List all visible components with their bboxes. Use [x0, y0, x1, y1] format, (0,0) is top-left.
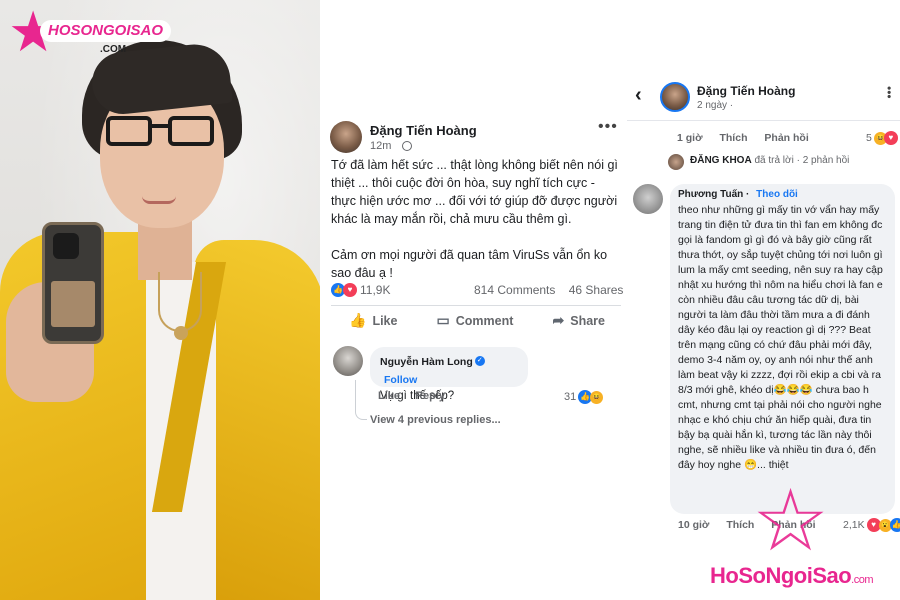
view-previous-replies-link[interactable]: View 4 previous replies... — [370, 414, 501, 426]
commenter-avatar[interactable] — [333, 346, 363, 376]
previous-comment-reactions[interactable]: 5 😆 ♥ — [866, 131, 898, 145]
love-reaction-icon: ♥ — [883, 131, 898, 145]
thread-author-name[interactable]: Đặng Tiến Hoàng — [697, 84, 795, 98]
post-paragraph: Tớ đã làm hết sức ... thật lòng không bi… — [331, 158, 618, 226]
more-options-button[interactable]: ••• — [882, 86, 896, 99]
brand-name: HOSONGOISAO — [40, 20, 172, 42]
author-avatar[interactable] — [330, 121, 362, 153]
watermark-star-icon: ☆ — [752, 473, 830, 569]
previous-comment-actions: 1 giờ Thích Phản hồi — [677, 132, 823, 144]
brand-logo: ★ HOSONGOISAO .COM — [8, 4, 172, 60]
globe-icon — [402, 141, 412, 151]
comment-reactions[interactable]: 31 👍 😆 — [564, 390, 604, 404]
necklace — [158, 272, 202, 332]
thread-author-avatar[interactable] — [660, 82, 690, 112]
more-options-button[interactable]: ••• — [598, 118, 618, 136]
love-reaction-icon: ♥ — [343, 283, 357, 297]
commenter-name[interactable]: Phương Tuấn — [678, 189, 743, 200]
comment-actions: Like Reply — [378, 390, 457, 402]
commenter-avatar[interactable] — [633, 184, 663, 214]
thread-time: 2 ngày · — [697, 100, 734, 111]
brand-suffix: .COM — [100, 44, 127, 55]
author-name[interactable]: Đặng Tiến Hoàng — [370, 123, 477, 138]
pendant — [174, 326, 188, 340]
comment-reply-button[interactable]: Phản hồi — [764, 132, 808, 144]
watermark-name: HoSoNgoiSao — [710, 563, 852, 588]
reaction-count: 5 — [866, 132, 872, 144]
glasses — [106, 116, 218, 150]
comment-time: 1 giờ — [677, 132, 703, 144]
portrait-photo — [0, 0, 320, 600]
replies-notice[interactable]: ĐĂNG KHOA đã trả lời · 2 phản hồi — [690, 155, 849, 166]
like-button[interactable]: 👍 Like — [349, 312, 397, 329]
comment-like-button[interactable]: Thích — [726, 519, 754, 531]
reaction-summary[interactable]: 👍 ♥ 11,9K — [331, 283, 390, 297]
post-text: Tớ đã làm hết sức ... thật lòng không bi… — [331, 156, 621, 300]
comment-reactions[interactable]: 2,1K ♥ 😮 👍 — [843, 518, 900, 532]
comment-like-button[interactable]: Like — [378, 390, 400, 402]
comment-reaction-count: 31 — [564, 391, 577, 403]
replier-name: ĐĂNG KHOA — [690, 155, 752, 166]
post-time[interactable]: 12m — [370, 140, 391, 152]
share-label: Share — [570, 313, 605, 328]
commenter-name[interactable]: Nguyễn Hàm Long — [380, 356, 473, 368]
comment-bubble: Phương Tuấn · Theo dõi theo như những gì… — [670, 184, 895, 514]
comment-reply-button[interactable]: Reply — [415, 390, 445, 402]
comment-time: 10 giờ — [678, 519, 710, 531]
post-stats: 814 Comments 46 Shares — [474, 283, 633, 297]
like-label: Like — [372, 313, 398, 328]
chevron-left-icon[interactable]: ‹ — [635, 84, 642, 107]
reaction-count: 11,9K — [360, 283, 391, 297]
post-paragraph: Cảm ơn mọi người đã quan tâm ViruSs vẫn … — [331, 248, 608, 280]
facebook-post — [322, 0, 627, 600]
shares-count[interactable]: 46 Shares — [569, 283, 624, 297]
follow-link[interactable]: Theo dõi — [756, 189, 798, 200]
share-button[interactable]: ➦ Share — [553, 312, 605, 329]
reaction-count: 2,1K — [843, 519, 865, 531]
replier-avatar — [668, 154, 684, 170]
comment-button[interactable]: ▭ Comment — [437, 312, 514, 329]
haha-reaction-icon: 😆 — [590, 390, 604, 404]
follow-link[interactable]: Follow — [384, 374, 417, 386]
neck — [138, 220, 192, 280]
divider — [331, 305, 621, 306]
share-arrow-icon: ➦ — [552, 312, 565, 328]
comment-bubble: Nguyễn Hàm Long ✓Follow Vụ gì thế sếp? — [370, 347, 528, 402]
watermark-text: HoSoNgoiSao.com — [710, 563, 874, 589]
watermark-suffix: .com — [851, 574, 874, 586]
comment-like-button[interactable]: Thích — [719, 132, 747, 144]
like-reaction-icon: 👍 — [889, 518, 900, 532]
thumbs-up-icon: 👍 — [349, 312, 367, 328]
replies-text: đã trả lời · 2 phản hồi — [754, 155, 850, 166]
comment-label: Comment — [455, 313, 514, 328]
comments-count[interactable]: 814 Comments — [474, 283, 555, 297]
verified-badge-icon: ✓ — [474, 355, 485, 366]
collage: ★ HOSONGOISAO .COM Đặng Tiến Hoàng 12m •… — [0, 0, 900, 600]
speech-bubble-icon: ▭ — [436, 312, 450, 328]
comment-text: theo như những gì mấy tin vớ vẩn hay mấy… — [678, 204, 883, 471]
post-actions: 👍 Like ▭ Comment ➦ Share — [331, 312, 621, 329]
reply-thread-line — [355, 380, 367, 420]
divider — [627, 120, 900, 121]
smartphone — [42, 222, 104, 344]
smile — [142, 196, 176, 204]
